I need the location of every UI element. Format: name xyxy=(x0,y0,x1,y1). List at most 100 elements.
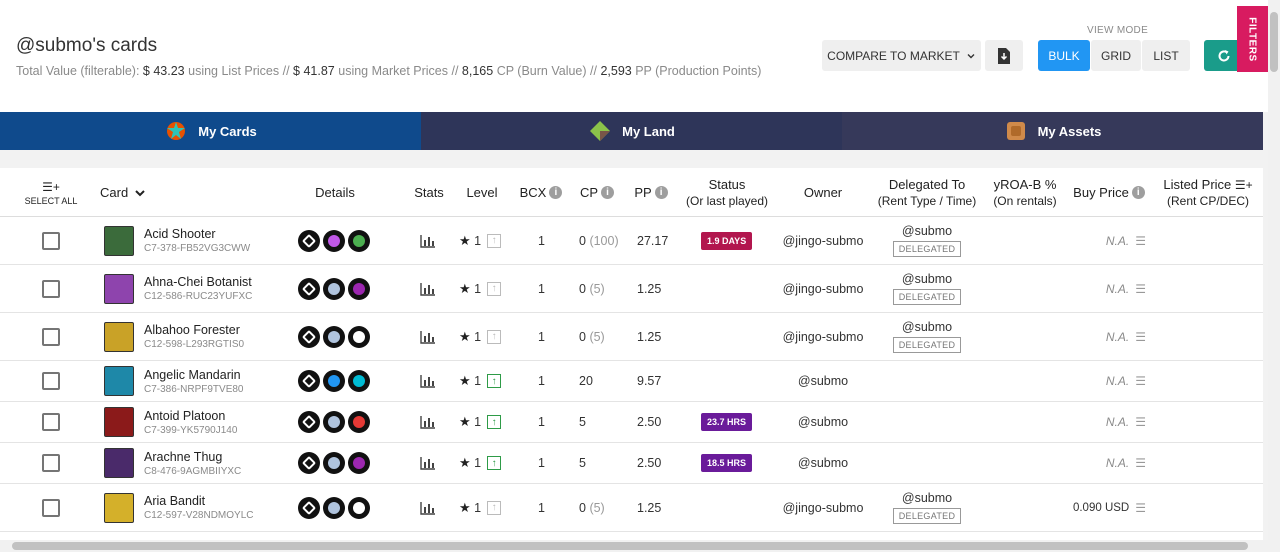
card-name[interactable]: Acid Shooter xyxy=(144,227,216,241)
level-up-icon[interactable]: ↑ xyxy=(487,281,502,296)
table-row[interactable]: Aria Bandit C12-597-V28NDMOYLC ★ 1 ↑ 1 0 (5) 1… xyxy=(0,484,1263,532)
stats-chart-icon[interactable] xyxy=(420,456,436,470)
owner-value[interactable]: @submo xyxy=(798,415,848,429)
row-checkbox[interactable] xyxy=(42,327,60,346)
card-column-header[interactable]: Card xyxy=(100,168,160,217)
owner-value[interactable]: @submo xyxy=(798,456,848,470)
level-up-icon[interactable]: ↑ xyxy=(487,329,502,344)
list-icon[interactable]: ☰ xyxy=(1135,415,1146,429)
level-up-icon[interactable]: ↑ xyxy=(487,233,502,248)
info-icon[interactable]: i xyxy=(549,186,563,199)
level-up-icon[interactable]: ↑ xyxy=(487,500,502,515)
cp-extra: (5) xyxy=(589,500,605,515)
info-icon[interactable]: i xyxy=(601,186,615,199)
yroa-column-header: yROA-B % (On rentals) xyxy=(988,168,1062,217)
star-icon: ★ xyxy=(459,328,471,344)
tab-my-land[interactable]: My Land xyxy=(421,112,842,150)
table-row[interactable]: Angelic Mandarin C7-386-NRPF9TVE80 ★ 1 ↑ 1 20… xyxy=(0,361,1263,402)
owner-value[interactable]: @jingo-submo xyxy=(783,282,864,296)
owner-value[interactable]: @jingo-submo xyxy=(783,234,864,248)
stats-chart-icon[interactable] xyxy=(420,501,436,515)
cp-value: 0 xyxy=(579,281,586,296)
list-icon[interactable]: ☰ xyxy=(1135,456,1146,470)
stats-chart-icon[interactable] xyxy=(420,282,436,296)
stats-chart-icon[interactable] xyxy=(420,374,436,388)
table-header: ☰+ SELECT ALL Card Details Stats Level B… xyxy=(0,168,1263,217)
filters-tab[interactable]: FILTERS xyxy=(1237,6,1268,72)
row-checkbox[interactable] xyxy=(42,498,60,517)
card-name[interactable]: Albahoo Forester xyxy=(144,323,240,337)
horizontal-scrollbar[interactable] xyxy=(0,540,1280,552)
row-checkbox[interactable] xyxy=(42,372,60,390)
view-mode-list-button[interactable]: LIST xyxy=(1142,40,1190,71)
card-thumbnail[interactable] xyxy=(104,321,134,352)
vertical-scrollbar[interactable] xyxy=(1268,0,1280,540)
stats-chart-icon[interactable] xyxy=(420,415,436,429)
card-name[interactable]: Antoid Platoon xyxy=(144,409,225,423)
row-checkbox[interactable] xyxy=(42,231,60,250)
list-icon[interactable]: ☰ xyxy=(1135,501,1146,515)
card-thumbnail[interactable] xyxy=(104,448,134,478)
row-checkbox[interactable] xyxy=(42,413,60,431)
delegated-to-user[interactable]: @submo xyxy=(902,491,952,505)
edition-icon xyxy=(298,277,320,300)
card-thumbnail[interactable] xyxy=(104,407,134,437)
table-row[interactable]: Acid Shooter C7-378-FB52VG3CWW ★ 1 ↑ 1 0 (100… xyxy=(0,217,1263,265)
status-column-label: Status xyxy=(708,177,746,192)
card-thumbnail[interactable] xyxy=(104,492,134,523)
delegated-badge: DELEGATED xyxy=(892,337,962,353)
card-thumbnail[interactable] xyxy=(104,225,134,256)
card-name[interactable]: Arachne Thug xyxy=(144,450,222,464)
card-thumbnail[interactable] xyxy=(104,273,134,304)
select-all-header[interactable]: ☰+ SELECT ALL xyxy=(16,168,86,217)
element-icon xyxy=(348,370,370,392)
table-row[interactable]: Antoid Platoon C7-399-YK5790J140 ★ 1 ↑ 1 5 2.… xyxy=(0,402,1263,443)
card-name[interactable]: Ahna-Chei Botanist xyxy=(144,275,252,289)
owner-value[interactable]: @jingo-submo xyxy=(783,501,864,515)
row-checkbox[interactable] xyxy=(42,279,60,298)
card-thumbnail[interactable] xyxy=(104,366,134,396)
list-icon[interactable]: ☰ xyxy=(1135,234,1146,248)
owner-value[interactable]: @jingo-submo xyxy=(783,330,864,344)
table-row[interactable]: Albahoo Forester C12-598-L293RGTIS0 ★ 1 ↑ 1 0… xyxy=(0,313,1263,361)
vertical-scroll-thumb[interactable] xyxy=(1270,12,1278,72)
pp-value: 1.25 xyxy=(637,281,662,296)
view-mode-bulk-button[interactable]: BULK xyxy=(1038,40,1090,71)
buy-price-value: N.A. xyxy=(1105,415,1130,429)
delegated-column-label: Delegated To xyxy=(888,177,966,192)
list-icon[interactable]: ☰ xyxy=(1135,330,1146,344)
compare-label: COMPARE TO MARKET xyxy=(827,48,960,63)
table-row[interactable]: Arachne Thug C8-476-9AGMBIIYXC ★ 1 ↑ 1 5 2.50… xyxy=(0,443,1263,484)
table-row[interactable]: Ahna-Chei Botanist C12-586-RUC23YUFXC ★ 1 ↑… xyxy=(0,265,1263,313)
bcx-value: 1 xyxy=(538,415,545,429)
card-details xyxy=(298,217,373,264)
card-name[interactable]: Aria Bandit xyxy=(144,494,205,508)
pp-value: 2.50 xyxy=(637,415,662,429)
list-add-icon[interactable]: ☰+ xyxy=(1235,178,1253,192)
compare-to-market-button[interactable]: COMPARE TO MARKET xyxy=(822,40,981,71)
level-up-icon[interactable]: ↑ xyxy=(487,374,502,388)
download-button[interactable] xyxy=(985,40,1023,71)
card-id: C7-386-NRPF9TVE80 xyxy=(144,383,244,395)
list-icon[interactable]: ☰ xyxy=(1135,282,1146,296)
owner-value[interactable]: @submo xyxy=(798,374,848,388)
level-up-icon[interactable]: ↑ xyxy=(487,456,502,470)
view-mode-grid-button[interactable]: GRID xyxy=(1091,40,1141,71)
tab-label: My Land xyxy=(622,123,675,139)
list-icon[interactable]: ☰ xyxy=(1135,374,1146,388)
horizontal-scroll-thumb[interactable] xyxy=(12,542,1248,550)
row-checkbox[interactable] xyxy=(42,454,60,472)
element-icon xyxy=(348,277,370,300)
card-name[interactable]: Angelic Mandarin xyxy=(144,368,241,382)
stats-chart-icon[interactable] xyxy=(420,330,436,344)
tab-my-cards[interactable]: My Cards xyxy=(0,112,421,150)
info-icon[interactable]: i xyxy=(654,186,668,199)
delegated-to-user[interactable]: @submo xyxy=(902,224,952,238)
info-icon[interactable]: i xyxy=(1131,186,1145,199)
cp-extra: (5) xyxy=(589,329,605,344)
tab-my-assets[interactable]: My Assets xyxy=(842,112,1263,150)
delegated-to-user[interactable]: @submo xyxy=(902,320,952,334)
level-up-icon[interactable]: ↑ xyxy=(487,415,502,429)
stats-chart-icon[interactable] xyxy=(420,234,436,248)
delegated-to-user[interactable]: @submo xyxy=(902,272,952,286)
